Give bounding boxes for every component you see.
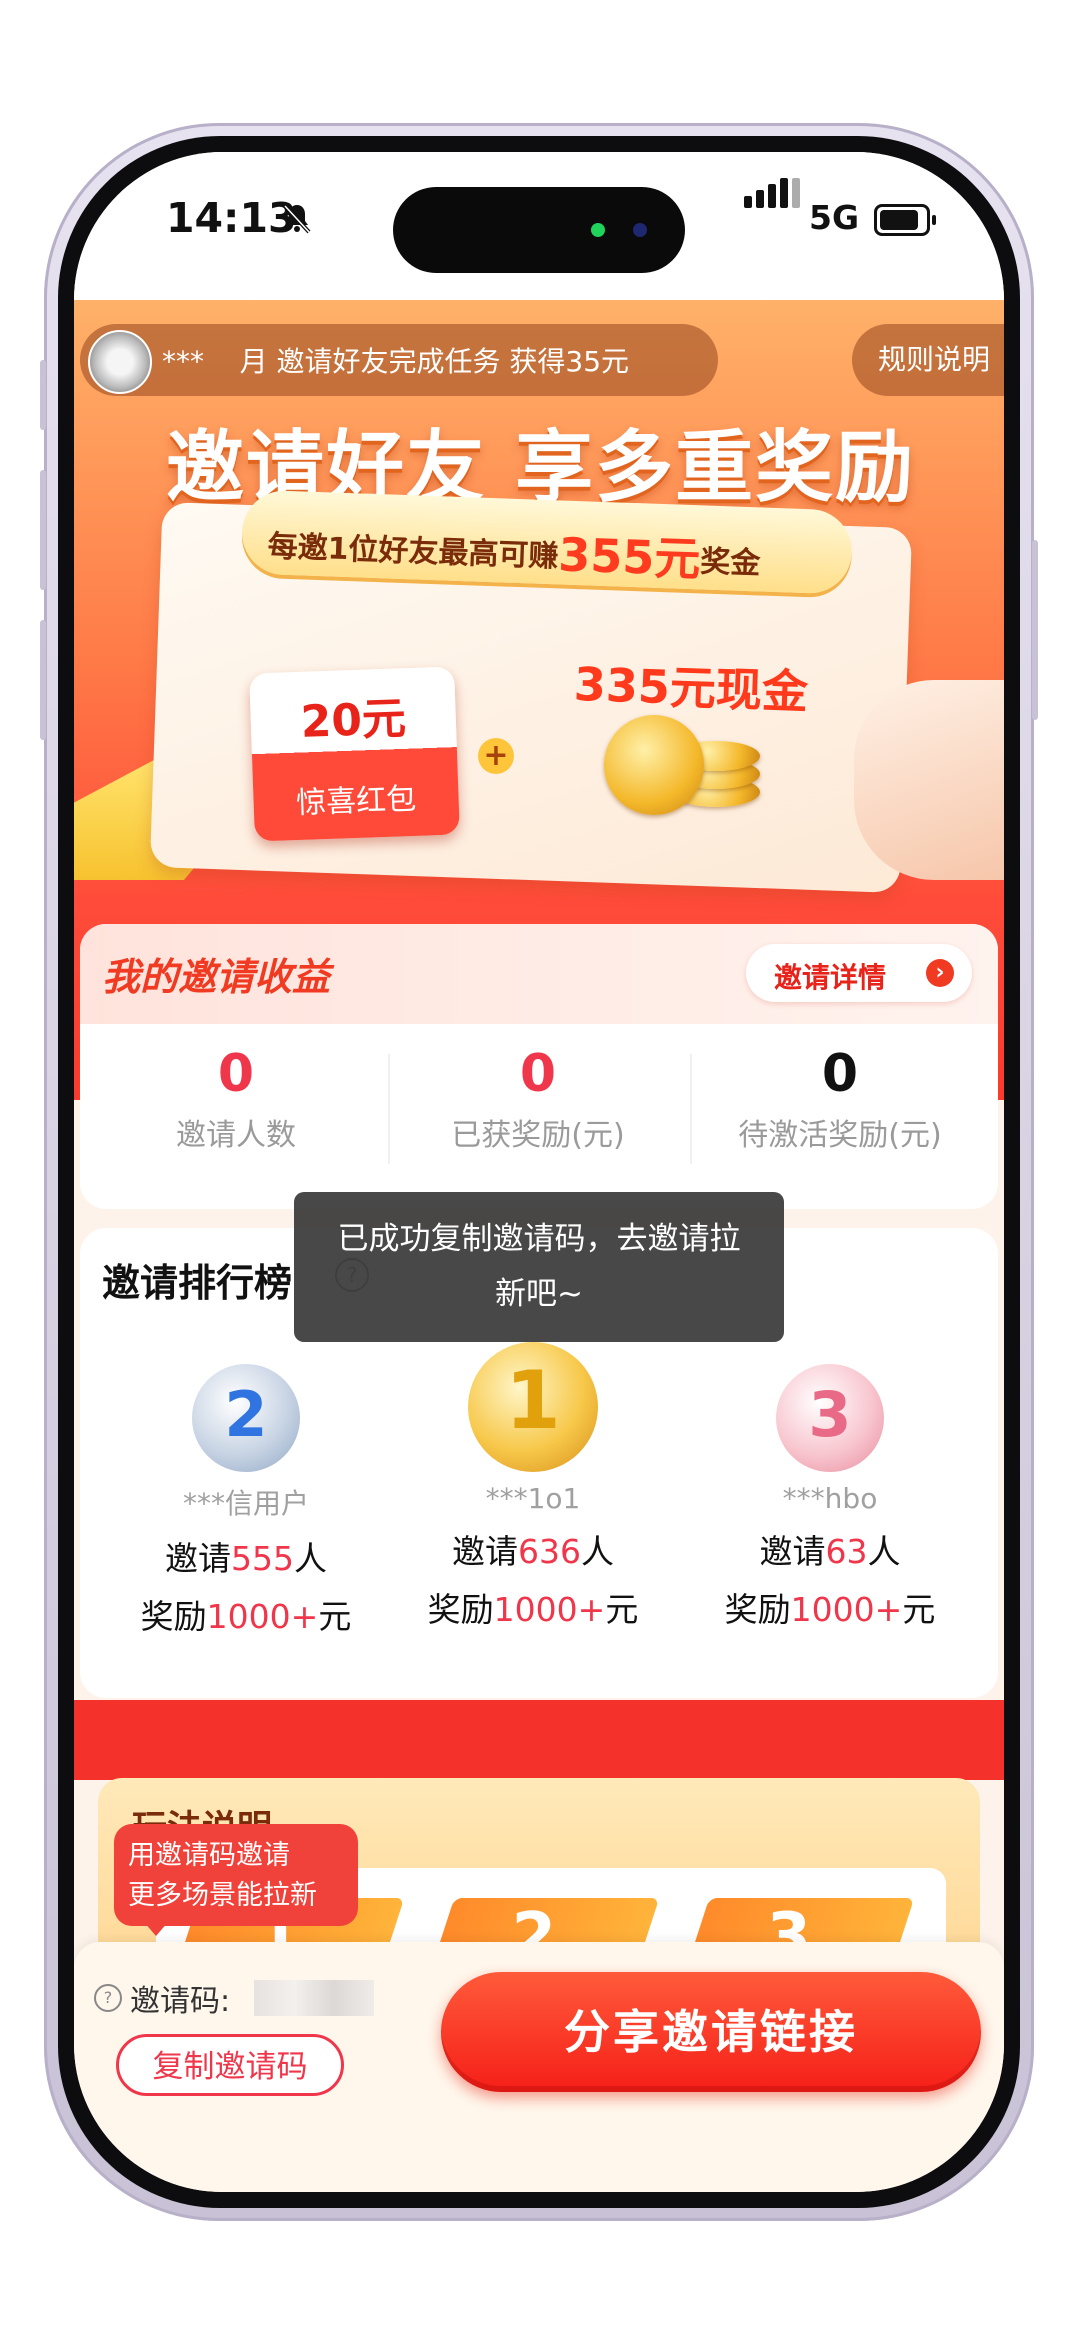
silver-medal-icon: 2 bbox=[192, 1364, 300, 1472]
camera-indicator-icon bbox=[591, 223, 605, 237]
volume-up-button bbox=[40, 470, 46, 590]
battery-icon bbox=[874, 204, 936, 236]
status-time: 14:13 bbox=[166, 194, 297, 242]
section-divider bbox=[74, 1700, 1004, 1780]
silent-bell-icon bbox=[283, 204, 311, 234]
ticker-user: *** bbox=[162, 345, 204, 378]
share-invite-link-button[interactable]: 分享邀请链接 bbox=[441, 1972, 981, 2092]
stat-invite-count: 0 邀请人数 bbox=[86, 1044, 386, 1154]
entry-reward: 奖励1000+元 bbox=[96, 1590, 396, 1638]
phone-screen: 14:13 5G *** 月 邀请好友完成任务 获得35元 规则说明 邀请好友 … bbox=[74, 152, 1004, 2192]
reward-amount: 1000+ bbox=[206, 1597, 319, 1636]
reward-suffix: 元 bbox=[318, 1597, 352, 1636]
invite-details-label: 邀请详情 bbox=[774, 961, 887, 994]
copy-invite-code-button[interactable]: 复制邀请码 bbox=[116, 2034, 344, 2096]
invite-prefix: 邀请 bbox=[165, 1539, 231, 1578]
invite-count: 63 bbox=[825, 1532, 868, 1571]
invite-prefix: 邀请 bbox=[759, 1532, 826, 1571]
ticker-avatar bbox=[88, 330, 152, 394]
reward-prefix: 奖励 bbox=[724, 1590, 791, 1629]
entry-username: ***1o1 bbox=[485, 1482, 581, 1515]
mute-switch bbox=[40, 360, 46, 430]
invite-code-value-masked bbox=[254, 1980, 374, 2016]
red-packet-amount: 20元 bbox=[299, 693, 407, 748]
entry-username: ***hbo bbox=[782, 1482, 878, 1515]
volume-down-button bbox=[40, 620, 46, 740]
entry-invites: 邀请636人 bbox=[383, 1525, 683, 1573]
hand-illustration-icon bbox=[854, 680, 1004, 880]
medal-rank: 2 bbox=[224, 1378, 268, 1451]
earnings-title: 我的邀请收益 bbox=[102, 955, 331, 999]
tip-line-2: 更多场景能拉新 bbox=[128, 1880, 317, 1911]
entry-invites: 邀请555人 bbox=[96, 1532, 396, 1580]
red-packet: 20元 惊喜红包 bbox=[249, 666, 460, 842]
stat-value: 0 bbox=[217, 1044, 255, 1104]
stat-pending-reward: 0 待激活奖励(元) bbox=[690, 1044, 990, 1154]
reward-suffix: 元 bbox=[902, 1590, 936, 1629]
copy-success-toast: 已成功复制邀请码，去邀请拉新吧~ bbox=[294, 1192, 784, 1342]
chevron-right-icon: › bbox=[926, 959, 954, 987]
reward-prefix: 奖励 bbox=[140, 1597, 207, 1636]
ticker-text: *** 月 邀请好友完成任务 获得35元 bbox=[162, 340, 629, 380]
bubble-prefix: 每邀1位好友最高可赚 bbox=[267, 529, 559, 575]
rules-button[interactable]: 规则说明 bbox=[852, 324, 1004, 396]
medal-rank: 3 bbox=[808, 1378, 852, 1451]
reward-prefix: 奖励 bbox=[427, 1590, 494, 1629]
bottom-action-bar: ? 邀请码: 复制邀请码 分享邀请链接 bbox=[74, 1942, 1004, 2192]
power-button bbox=[1032, 540, 1038, 720]
toast-text: 已成功复制邀请码，去邀请拉新吧~ bbox=[337, 1221, 741, 1312]
bubble-amount: 355元 bbox=[557, 527, 702, 587]
network-type: 5G bbox=[809, 198, 860, 237]
reward-amount: 1000+ bbox=[790, 1590, 903, 1629]
stat-earned-reward: 0 已获奖励(元) bbox=[388, 1044, 688, 1154]
reward-suffix: 元 bbox=[605, 1590, 639, 1629]
code-help-icon[interactable]: ? bbox=[94, 1984, 122, 2012]
invite-prefix: 邀请 bbox=[452, 1532, 518, 1571]
plus-icon: + bbox=[478, 738, 514, 774]
stat-value: 0 bbox=[821, 1044, 859, 1104]
leaderboard-entry: 1 ***1o1 邀请636人 奖励1000+元 bbox=[383, 1328, 683, 1631]
gold-coins-icon bbox=[604, 715, 764, 825]
entry-reward: 奖励1000+元 bbox=[680, 1583, 980, 1631]
invite-suffix: 人 bbox=[294, 1539, 327, 1578]
red-packet-label: 惊喜红包 bbox=[295, 781, 417, 822]
entry-invites: 邀请63人 bbox=[680, 1525, 980, 1573]
invite-code-label: 邀请码: bbox=[130, 1984, 231, 2019]
invite-count: 636 bbox=[518, 1532, 581, 1571]
gold-medal-icon: 1 bbox=[468, 1342, 598, 1472]
ticker-message: 月 邀请好友完成任务 获得35元 bbox=[239, 345, 630, 378]
invite-suffix: 人 bbox=[867, 1532, 901, 1571]
bubble-suffix: 奖金 bbox=[699, 544, 761, 582]
earnings-panel: 我的邀请收益 邀请详情 › 0 邀请人数 0 已获奖励(元) 0 待激活奖励(元… bbox=[80, 924, 998, 1209]
stat-label: 待激活奖励(元) bbox=[738, 1118, 942, 1153]
leaderboard-entry: 2 ***信用户 邀请555人 奖励1000+元 bbox=[96, 1348, 396, 1638]
entry-reward: 奖励1000+元 bbox=[383, 1583, 683, 1631]
tip-line-1: 用邀请码邀请 bbox=[128, 1840, 290, 1871]
invite-count: 555 bbox=[231, 1539, 294, 1578]
invite-code-tip: 用邀请码邀请 更多场景能拉新 bbox=[114, 1824, 358, 1926]
front-camera-icon bbox=[633, 223, 647, 237]
invite-details-button[interactable]: 邀请详情 › bbox=[746, 944, 972, 1002]
stat-label: 邀请人数 bbox=[176, 1118, 296, 1153]
dynamic-island bbox=[393, 187, 685, 273]
cash-reward-label: 335元现金 bbox=[573, 656, 809, 720]
stat-label: 已获奖励(元) bbox=[451, 1118, 625, 1153]
status-bar: 14:13 5G bbox=[74, 152, 1004, 302]
entry-username: ***信用户 bbox=[182, 1487, 309, 1520]
medal-rank: 1 bbox=[505, 1354, 561, 1447]
invite-suffix: 人 bbox=[581, 1532, 614, 1571]
bronze-medal-icon: 3 bbox=[776, 1364, 884, 1472]
leaderboard-title: 邀请排行榜 bbox=[102, 1261, 293, 1305]
earnings-header: 我的邀请收益 邀请详情 › bbox=[80, 924, 998, 1024]
reward-amount: 1000+ bbox=[493, 1590, 606, 1629]
tip-arrow-icon bbox=[144, 1922, 168, 1936]
leaderboard-entry: 3 ***hbo 邀请63人 奖励1000+元 bbox=[680, 1348, 980, 1631]
winner-ticker: *** 月 邀请好友完成任务 获得35元 bbox=[80, 324, 718, 396]
stat-value: 0 bbox=[519, 1044, 557, 1104]
